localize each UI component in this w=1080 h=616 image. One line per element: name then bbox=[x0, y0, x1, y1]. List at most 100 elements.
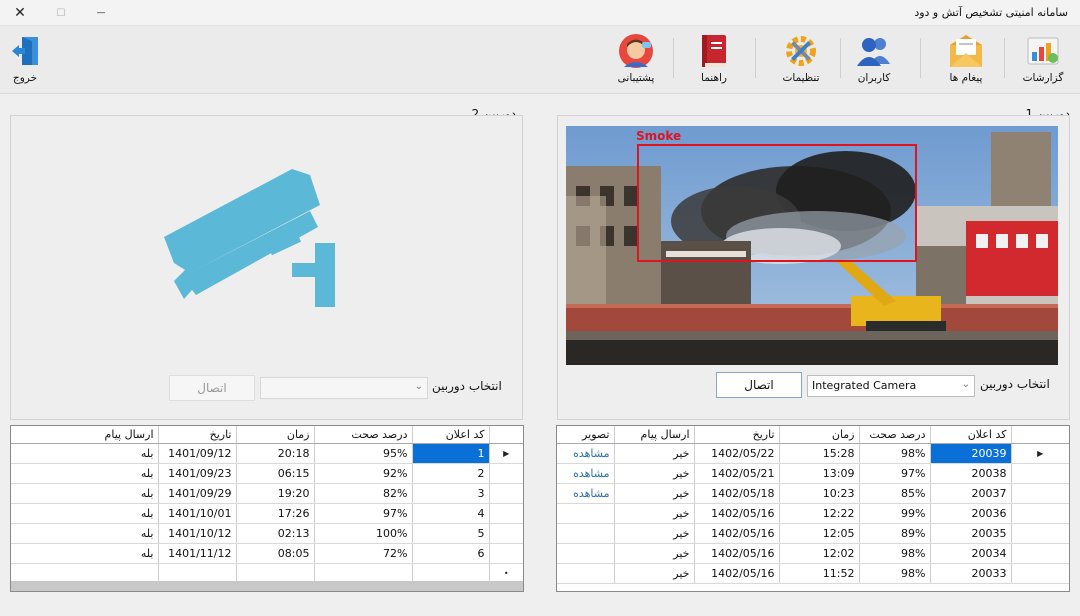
cell-alert-code: 2 bbox=[412, 463, 490, 484]
row-header[interactable] bbox=[489, 483, 523, 504]
detection-label: Smoke bbox=[636, 129, 682, 143]
cell-accuracy: 100% bbox=[314, 523, 413, 544]
row-header[interactable] bbox=[1011, 503, 1069, 524]
column-header-time[interactable]: زمان bbox=[236, 426, 315, 444]
row-header[interactable] bbox=[1011, 563, 1069, 584]
camera1-connect-button[interactable]: اتصال bbox=[716, 372, 802, 398]
table-row[interactable]: خیر 1402/05/16 12:02 98% 20034 bbox=[557, 543, 1069, 564]
cell-send-message: بله bbox=[11, 543, 159, 564]
cell-date: 1401/09/12 bbox=[158, 443, 237, 464]
column-header-image[interactable]: تصویر bbox=[557, 426, 615, 444]
camera2-select[interactable]: ⌄ bbox=[260, 377, 428, 399]
cell-image[interactable]: مشاهده bbox=[557, 463, 615, 484]
messages-label: پیغام ها bbox=[949, 72, 983, 84]
cell-send-message: بله bbox=[11, 463, 159, 484]
column-header-send-message[interactable]: ارسال پیام bbox=[614, 426, 695, 444]
cell-time: 11:52 bbox=[779, 563, 860, 584]
new-row[interactable]: • bbox=[11, 563, 523, 584]
column-header-send-message[interactable]: ارسال پیام bbox=[11, 426, 159, 444]
row-header[interactable] bbox=[1011, 463, 1069, 484]
camera2-alerts-table: ارسال پیام تاریخ زمان درصد صحت کد اعلان … bbox=[11, 426, 523, 584]
cell-send-message: بله bbox=[11, 503, 159, 524]
table-row[interactable]: مشاهده خیر 1402/05/18 10:23 85% 20037 bbox=[557, 483, 1069, 504]
cell-send-message: خیر bbox=[614, 443, 695, 464]
camera2-alerts-grid: ارسال پیام تاریخ زمان درصد صحت کد اعلان … bbox=[10, 425, 524, 592]
messages-envelope-icon bbox=[946, 32, 986, 70]
table-row[interactable]: خیر 1402/05/16 11:52 98% 20033 bbox=[557, 563, 1069, 584]
row-header[interactable] bbox=[489, 543, 523, 564]
reports-label: گزارشات bbox=[1022, 72, 1064, 84]
column-header-alert-code[interactable]: کد اعلان bbox=[412, 426, 490, 444]
close-icon[interactable]: ✕ bbox=[0, 0, 40, 26]
camera2-connect-button[interactable]: اتصال bbox=[169, 375, 255, 401]
cell-image[interactable]: مشاهده bbox=[557, 443, 615, 464]
cell-alert-code: 20035 bbox=[930, 523, 1012, 544]
messages-button[interactable]: پیغام ها bbox=[931, 32, 1001, 88]
cell-date: 1402/05/18 bbox=[694, 483, 780, 504]
camera2-grid-horizontal-scrollbar[interactable] bbox=[11, 581, 523, 591]
cell-time: 02:13 bbox=[236, 523, 315, 544]
cell-time: 10:23 bbox=[779, 483, 860, 504]
cell-alert-code: 20039 bbox=[930, 443, 1012, 464]
row-header[interactable]: ▶ bbox=[1011, 443, 1069, 464]
toolbar-separator bbox=[755, 38, 756, 78]
column-header-accuracy[interactable]: درصد صحت bbox=[859, 426, 931, 444]
cell-accuracy: 98% bbox=[859, 563, 931, 584]
column-header-date[interactable]: تاریخ bbox=[158, 426, 237, 444]
cell-accuracy: 85% bbox=[859, 483, 931, 504]
table-row[interactable]: مشاهده خیر 1402/05/22 15:28 98% 20039 ▶ bbox=[557, 443, 1069, 464]
reports-button[interactable]: گزارشات bbox=[1008, 32, 1078, 88]
row-header[interactable] bbox=[489, 503, 523, 524]
empty-cell bbox=[236, 563, 315, 584]
table-header-row: ارسال پیام تاریخ زمان درصد صحت کد اعلان bbox=[11, 426, 523, 444]
row-header[interactable] bbox=[489, 463, 523, 484]
empty-cell bbox=[11, 563, 159, 584]
row-header[interactable]: ▶ bbox=[489, 443, 523, 464]
settings-button[interactable]: تنظیمات bbox=[766, 32, 836, 88]
chevron-down-icon: ⌄ bbox=[414, 381, 423, 392]
column-header-accuracy[interactable]: درصد صحت bbox=[314, 426, 413, 444]
table-row[interactable]: بله 1401/10/01 17:26 97% 4 bbox=[11, 503, 523, 524]
exit-button[interactable]: خروج bbox=[0, 32, 60, 88]
table-row[interactable]: خیر 1402/05/16 12:05 89% 20035 bbox=[557, 523, 1069, 544]
minimize-icon[interactable]: — bbox=[81, 0, 121, 26]
camera1-alerts-table: تصویر ارسال پیام تاریخ زمان درصد صحت کد … bbox=[557, 426, 1069, 584]
cell-image[interactable]: مشاهده bbox=[557, 483, 615, 504]
row-header[interactable] bbox=[1011, 543, 1069, 564]
cell-alert-code: 20038 bbox=[930, 463, 1012, 484]
cell-accuracy: 89% bbox=[859, 523, 931, 544]
table-row[interactable]: مشاهده خیر 1402/05/21 13:09 97% 20038 bbox=[557, 463, 1069, 484]
settings-tools-icon bbox=[781, 32, 821, 70]
empty-cell bbox=[158, 563, 237, 584]
users-button[interactable]: کاربران bbox=[839, 32, 909, 88]
cell-date: 1401/10/12 bbox=[158, 523, 237, 544]
table-row[interactable]: بله 1401/10/12 02:13 100% 5 bbox=[11, 523, 523, 544]
row-header[interactable] bbox=[1011, 483, 1069, 504]
camera1-select[interactable]: Integrated Camera ⌄ bbox=[807, 375, 975, 397]
table-row[interactable]: بله 1401/11/12 08:05 72% 6 bbox=[11, 543, 523, 564]
help-button[interactable]: راهنما bbox=[679, 32, 749, 88]
table-row[interactable]: خیر 1402/05/16 12:22 99% 20036 bbox=[557, 503, 1069, 524]
cell-alert-code: 20033 bbox=[930, 563, 1012, 584]
row-header[interactable] bbox=[489, 523, 523, 544]
column-header-date[interactable]: تاریخ bbox=[694, 426, 780, 444]
column-header-time[interactable]: زمان bbox=[779, 426, 860, 444]
camera2-select-label: انتخاب دوربین bbox=[432, 379, 502, 393]
cell-date: 1402/05/22 bbox=[694, 443, 780, 464]
cell-accuracy: 72% bbox=[314, 543, 413, 564]
chevron-down-icon: ⌄ bbox=[961, 379, 970, 390]
empty-cell bbox=[412, 563, 490, 584]
cell-send-message: خیر bbox=[614, 463, 695, 484]
support-label: پشتیبانی bbox=[617, 72, 655, 84]
cell-alert-code: 1 bbox=[412, 443, 490, 464]
table-row[interactable]: بله 1401/09/29 19:20 82% 3 bbox=[11, 483, 523, 504]
security-camera-icon bbox=[160, 165, 340, 313]
row-header[interactable]: • bbox=[489, 563, 523, 584]
toolbar-separator bbox=[673, 38, 674, 78]
table-row[interactable]: بله 1401/09/12 20:18 95% 1 ▶ bbox=[11, 443, 523, 464]
row-header[interactable] bbox=[1011, 523, 1069, 544]
maximize-icon[interactable]: ☐ bbox=[41, 0, 81, 26]
table-row[interactable]: بله 1401/09/23 06:15 92% 2 bbox=[11, 463, 523, 484]
support-button[interactable]: پشتیبانی bbox=[601, 32, 671, 88]
column-header-alert-code[interactable]: کد اعلان bbox=[930, 426, 1012, 444]
